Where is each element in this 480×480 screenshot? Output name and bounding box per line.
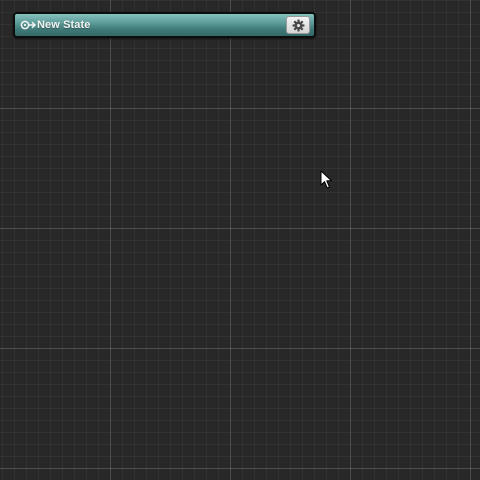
state-link-icon [20, 18, 37, 32]
graph-canvas[interactable] [0, 0, 480, 480]
state-node[interactable]: New State [13, 12, 316, 38]
state-node-title: New State [37, 19, 91, 31]
gear-icon [292, 19, 305, 32]
arrow-cursor-icon [320, 170, 333, 190]
state-settings-button[interactable] [286, 16, 310, 34]
